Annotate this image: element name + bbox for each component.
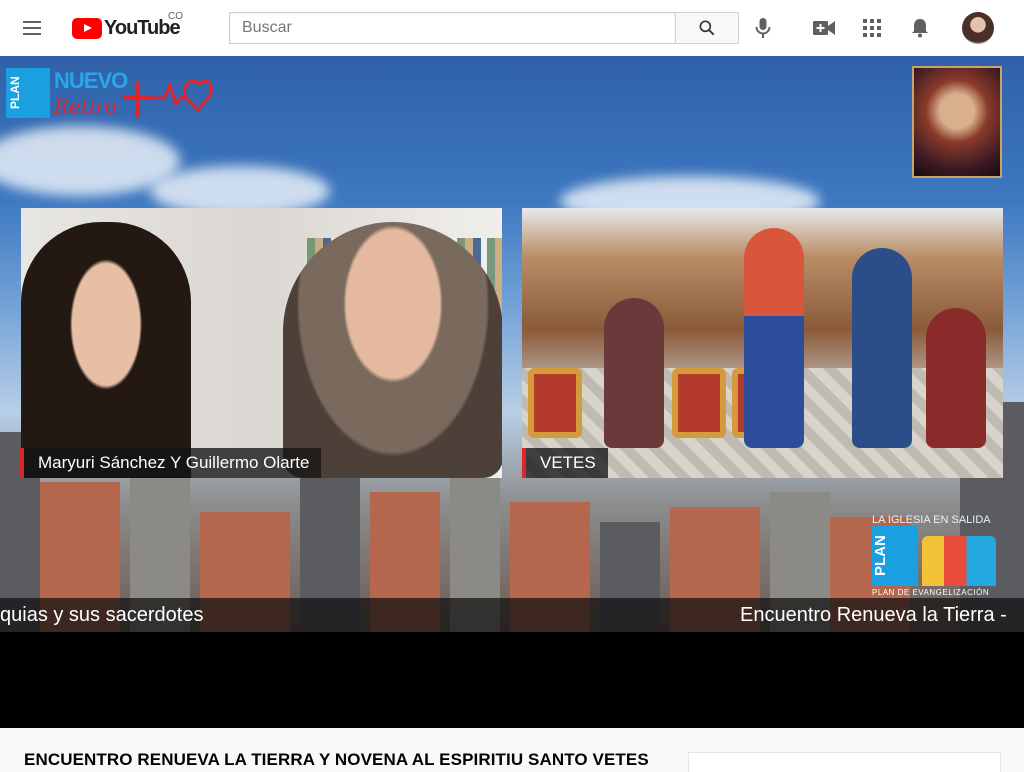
- singer-image: [744, 228, 804, 448]
- logo-plan-text: PLAN: [872, 526, 918, 586]
- video-player[interactable]: PLAN NUEVO Retiro Maryuri Sánchez Y Guil…: [0, 56, 1024, 728]
- news-ticker: quias y sus sacerdotes Encuentro Renueva…: [0, 598, 1024, 632]
- chair: [672, 368, 726, 438]
- search-button[interactable]: [675, 12, 739, 44]
- search-box: [229, 12, 739, 44]
- country-code: CO: [168, 11, 183, 22]
- ticker-text: quias y sus sacerdotes: [0, 604, 204, 626]
- menu-icon[interactable]: [20, 16, 44, 40]
- percussionist-image: [926, 308, 986, 448]
- logo-nuevo-text: NUEVO: [54, 68, 128, 93]
- create-video-icon: [813, 21, 835, 35]
- voice-search-button[interactable]: [751, 16, 775, 40]
- sidebar-card: [688, 752, 1001, 772]
- person-man-image: [283, 222, 502, 478]
- iglesia-en-salida-logo: LA IGLESIA EN SALIDA PLAN PLAN DE EVANGE…: [872, 514, 998, 600]
- create-button[interactable]: [812, 16, 836, 40]
- notifications-button[interactable]: [908, 16, 932, 40]
- video-panel-band: [522, 208, 1003, 478]
- video-frame[interactable]: PLAN NUEVO Retiro Maryuri Sánchez Y Guil…: [0, 56, 1024, 632]
- logo-plan-text: PLAN: [6, 68, 50, 118]
- plan-e-nuevo-retiro-logo: PLAN NUEVO Retiro: [6, 68, 216, 128]
- chair: [528, 368, 582, 438]
- video-title: ENCUENTRO RENUEVA LA TIERRA Y NOVENA AL …: [24, 750, 649, 769]
- avatar[interactable]: [962, 12, 994, 44]
- youtube-logo[interactable]: YouTube CO: [72, 11, 183, 39]
- person-woman-image: [21, 222, 191, 478]
- video-panel-interview: [21, 208, 502, 478]
- ticker-text: Encuentro Renueva la Tierra -: [740, 604, 1007, 626]
- saint-painting-image: [912, 66, 1002, 178]
- guitarist-image: [604, 298, 664, 448]
- masthead: YouTube CO: [0, 0, 1024, 56]
- youtube-play-icon: [72, 17, 102, 39]
- logo-evangelizacion-text: PLAN DE EVANGELIZACIÓN: [872, 588, 990, 597]
- apps-button[interactable]: [860, 16, 884, 40]
- search-icon: [699, 20, 715, 36]
- caption-left: Maryuri Sánchez Y Guillermo Olarte: [20, 448, 322, 478]
- caption-right: VETES: [522, 448, 608, 478]
- apps-icon: [863, 19, 881, 37]
- microphone-icon: [755, 18, 771, 38]
- flutist-image: [852, 248, 912, 448]
- logo-iglesia-text: LA IGLESIA EN SALIDA: [872, 514, 991, 526]
- cross-heart-icon: [124, 79, 213, 118]
- notifications-icon: [912, 19, 928, 38]
- search-input[interactable]: [229, 12, 675, 44]
- logo-city-graphic: [922, 536, 996, 586]
- logo-retiro-text: Retiro: [54, 94, 117, 118]
